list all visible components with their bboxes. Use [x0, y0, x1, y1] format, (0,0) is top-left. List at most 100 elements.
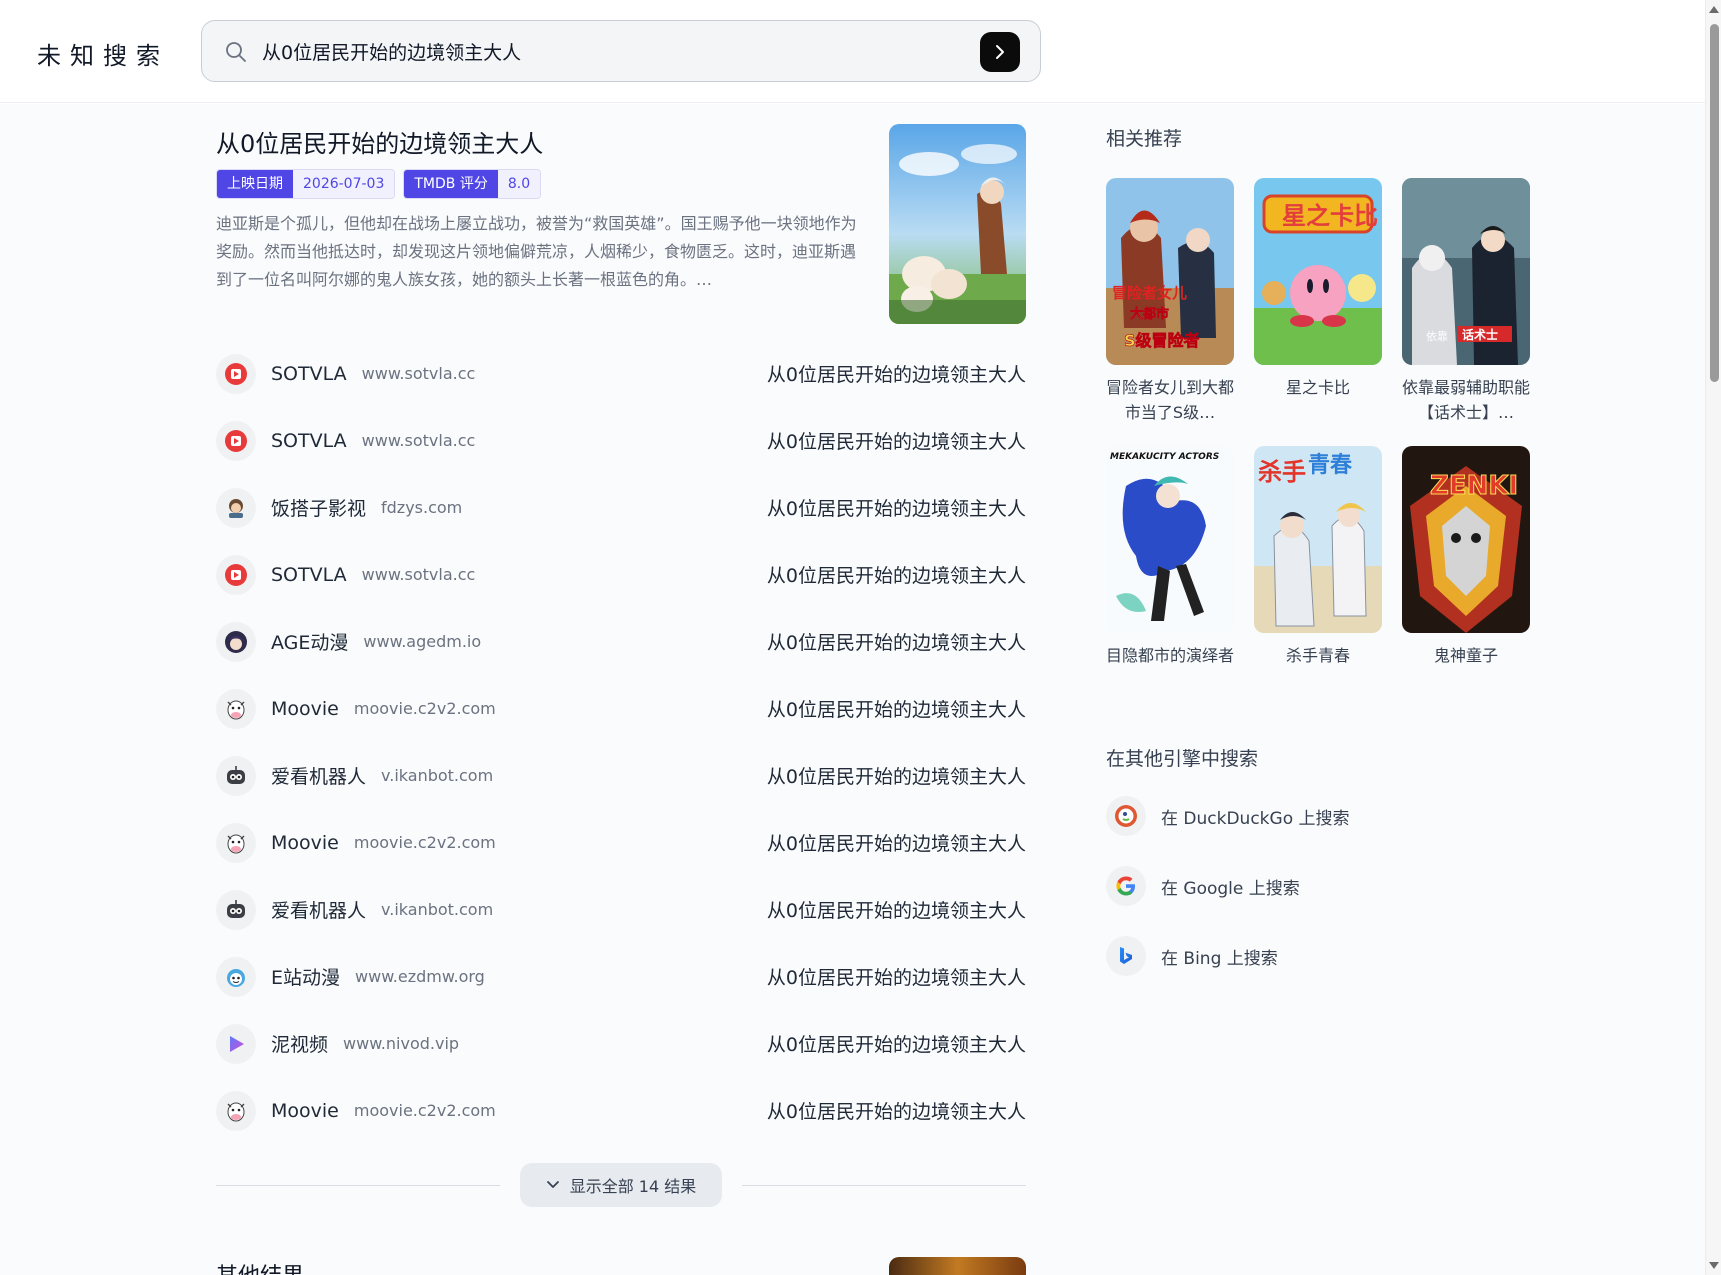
recommendation-title[interactable]: 依靠最弱辅助职能【话术士】…	[1402, 375, 1530, 425]
result-site-name: 爱看机器人	[271, 900, 367, 922]
recommendation-poster[interactable]: 星之卡比	[1254, 178, 1382, 365]
recommendation-poster[interactable]: 冒险者女儿 大都市 S级冒险者	[1106, 178, 1234, 365]
featured-result: 从0位居民开始的边境领主大人 上映日期 2026-07-03 TMDB 评分 8…	[216, 124, 1026, 324]
engine-label: 在 DuckDuckGo 上搜索	[1161, 808, 1350, 829]
result-title[interactable]: 从0位居民开始的边境领主大人	[767, 628, 1026, 655]
recommendation-poster[interactable]: ZENKI	[1402, 446, 1530, 633]
recommendation-item[interactable]: 话术士 依靠 依靠最弱辅助职能【话术士】…	[1402, 178, 1530, 425]
result-title[interactable]: 从0位居民开始的边境领主大人	[767, 1030, 1026, 1057]
scroll-up-arrow-icon[interactable]	[1709, 6, 1719, 13]
search-icon	[226, 42, 246, 62]
duckduckgo-icon	[1106, 796, 1146, 836]
badge-key: 上映日期	[217, 170, 293, 198]
bing-icon	[1106, 936, 1146, 976]
result-title[interactable]: 从0位居民开始的边境领主大人	[767, 427, 1026, 454]
poster-title-text: MEKAKUCITY ACTORS	[1110, 452, 1219, 462]
result-site-name: Moovie	[271, 697, 339, 720]
recommendation-title[interactable]: 目隐都市的演绎者	[1106, 643, 1234, 693]
result-domain: moovie.c2v2.com	[353, 699, 496, 718]
result-row[interactable]: 爱看机器人 v.ikanbot.com 从0位居民开始的边境领主大人	[216, 876, 1026, 943]
recommendation-item[interactable]: 冒险者女儿 大都市 S级冒险者 冒险者女儿到大都市当了S级…	[1106, 178, 1234, 425]
result-row[interactable]: SOTVLA www.sotvla.cc 从0位居民开始的边境领主大人	[216, 541, 1026, 608]
sotvla-icon	[216, 554, 256, 595]
result-row[interactable]: Moovie moovie.c2v2.com 从0位居民开始的边境领主大人	[216, 1077, 1026, 1144]
poster-title-text: 杀手	[1258, 458, 1306, 486]
result-row[interactable]: AGE动漫 www.agedm.io 从0位居民开始的边境领主大人	[216, 608, 1026, 675]
poster-title-text: 依靠	[1426, 329, 1448, 343]
result-domain: www.nivod.vip	[343, 1034, 460, 1053]
other-result-poster[interactable]	[889, 1257, 1026, 1275]
poster-title-text: 话术士	[1462, 327, 1498, 342]
result-title[interactable]: 从0位居民开始的边境领主大人	[767, 896, 1026, 923]
engine-label: 在 Bing 上搜索	[1161, 948, 1278, 969]
search-submit-button[interactable]	[980, 32, 1020, 72]
recommendation-item[interactable]: 杀手 青春 杀手青春	[1254, 446, 1382, 693]
badge-value: 8.0	[497, 170, 541, 198]
engine-link-bing[interactable]: 在 Bing 上搜索	[1106, 934, 1278, 978]
sotvla-icon	[216, 353, 256, 394]
result-title[interactable]: 从0位居民开始的边境领主大人	[767, 695, 1026, 722]
result-site-name: SOTVLA	[271, 563, 347, 586]
show-all-label: 显示全部 14 结果	[569, 1177, 697, 1196]
recommendation-item[interactable]: ZENKI 鬼神童子	[1402, 446, 1530, 693]
engines-heading: 在其他引擎中搜索	[1106, 748, 1259, 770]
recommendation-item[interactable]: MEKAKUCITY ACTORS 目隐都市的演绎者	[1106, 446, 1234, 693]
recommendation-title[interactable]: 冒险者女儿到大都市当了S级…	[1106, 375, 1234, 425]
fdzys-icon	[216, 487, 256, 528]
tmdb-rating-badge: TMDB 评分 8.0	[403, 169, 542, 199]
search-input[interactable]	[262, 35, 962, 67]
result-title[interactable]: 从0位居民开始的边境领主大人	[767, 963, 1026, 990]
chevron-right-icon	[996, 45, 1004, 59]
result-row[interactable]: Moovie moovie.c2v2.com 从0位居民开始的边境领主大人	[216, 675, 1026, 742]
recommendation-poster[interactable]: MEKAKUCITY ACTORS	[1106, 446, 1234, 633]
result-site-name: 泥视频	[271, 1034, 329, 1056]
other-engines-section: 在其他引擎中搜索 在 DuckDuckGo 上搜索 在 Google 上搜索 在…	[1106, 744, 1526, 976]
badge-key: TMDB 评分	[404, 170, 498, 198]
result-row[interactable]: 泥视频 www.nivod.vip 从0位居民开始的边境领主大人	[216, 1010, 1026, 1077]
featured-poster[interactable]	[889, 124, 1026, 324]
poster-title-text: ZENKI	[1430, 471, 1518, 501]
scrollbar-thumb[interactable]	[1710, 24, 1719, 382]
result-domain: www.sotvla.cc	[361, 364, 476, 383]
engine-link-duckduckgo[interactable]: 在 DuckDuckGo 上搜索	[1106, 794, 1350, 838]
engine-link-google[interactable]: 在 Google 上搜索	[1106, 864, 1300, 908]
result-list: SOTVLA www.sotvla.cc 从0位居民开始的边境领主大人 SOTV…	[216, 340, 1026, 1144]
featured-title[interactable]: 从0位居民开始的边境领主大人	[216, 124, 543, 159]
result-title[interactable]: 从0位居民开始的边境领主大人	[767, 829, 1026, 856]
result-row[interactable]: E站动漫 www.ezdmw.org 从0位居民开始的边境领主大人	[216, 943, 1026, 1010]
result-row[interactable]: SOTVLA www.sotvla.cc 从0位居民开始的边境领主大人	[216, 407, 1026, 474]
site-logo[interactable]: 未知搜索	[37, 36, 169, 71]
recommendation-poster[interactable]: 杀手 青春	[1254, 446, 1382, 633]
result-domain: www.sotvla.cc	[361, 431, 476, 450]
recommendation-title[interactable]: 星之卡比	[1254, 375, 1382, 425]
result-row[interactable]: SOTVLA www.sotvla.cc 从0位居民开始的边境领主大人	[216, 340, 1026, 407]
google-icon	[1106, 866, 1146, 906]
scroll-down-arrow-icon[interactable]	[1709, 1262, 1719, 1269]
recommendation-poster[interactable]: 话术士 依靠	[1402, 178, 1530, 365]
moovie-icon	[216, 688, 256, 729]
recommendation-title[interactable]: 鬼神童子	[1402, 643, 1530, 693]
release-date-badge: 上映日期 2026-07-03	[216, 169, 396, 199]
result-row[interactable]: 饭搭子影视 fdzys.com 从0位居民开始的边境领主大人	[216, 474, 1026, 541]
recommendation-title[interactable]: 杀手青春	[1254, 643, 1382, 693]
page-scrollbar[interactable]	[1705, 0, 1721, 1275]
result-row[interactable]: Moovie moovie.c2v2.com 从0位居民开始的边境领主大人	[216, 809, 1026, 876]
badge-value: 2026-07-03	[293, 170, 395, 198]
result-site-name: Moovie	[271, 831, 339, 854]
recommendation-item[interactable]: 星之卡比 星之卡比	[1254, 178, 1382, 425]
result-title[interactable]: 从0位居民开始的边境领主大人	[767, 360, 1026, 387]
result-title[interactable]: 从0位居民开始的边境领主大人	[767, 494, 1026, 521]
show-all-button[interactable]: 显示全部 14 结果	[520, 1163, 722, 1207]
divider	[742, 1185, 1026, 1186]
poster-title-text: 冒险者女儿	[1112, 284, 1187, 302]
result-row[interactable]: 爱看机器人 v.ikanbot.com 从0位居民开始的边境领主大人	[216, 742, 1026, 809]
result-title[interactable]: 从0位居民开始的边境领主大人	[767, 762, 1026, 789]
result-site-name: 爱看机器人	[271, 766, 367, 788]
result-title[interactable]: 从0位居民开始的边境领主大人	[767, 561, 1026, 588]
result-title[interactable]: 从0位居民开始的边境领主大人	[767, 1097, 1026, 1124]
result-site-name: Moovie	[271, 1099, 339, 1122]
poster-title-text: 青春	[1308, 453, 1352, 478]
result-site-name: SOTVLA	[271, 362, 347, 385]
ikanbot-icon	[216, 889, 256, 930]
result-domain: moovie.c2v2.com	[353, 833, 496, 852]
